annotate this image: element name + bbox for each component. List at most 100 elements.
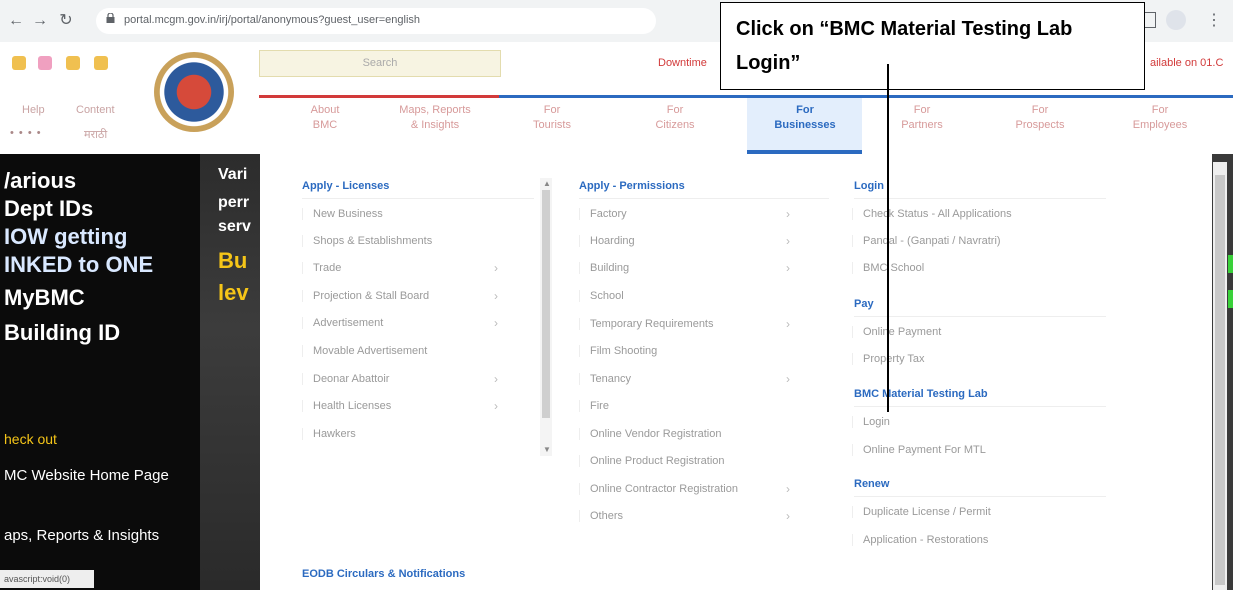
menu-item-deonar[interactable]: Deonar Abattoir xyxy=(302,373,389,385)
menu-item-building[interactable]: Building xyxy=(579,262,629,274)
side-tab[interactable] xyxy=(1228,290,1233,308)
annotation-pointer-line xyxy=(887,64,889,412)
news-ticker: Downtime xyxy=(658,57,707,69)
chevron-right-icon: › xyxy=(786,234,790,248)
profile-icon[interactable] xyxy=(1166,10,1186,30)
nav-tourists[interactable]: For Tourists xyxy=(497,103,607,133)
chevron-right-icon: › xyxy=(494,399,498,413)
login-heading: Login xyxy=(854,180,884,192)
menu-item-mtl-login[interactable]: Login xyxy=(852,416,890,428)
twitter-icon[interactable] xyxy=(12,56,26,70)
marathi-link[interactable]: मराठी xyxy=(84,127,107,142)
businesses-mega-menu xyxy=(262,154,1212,590)
back-icon[interactable]: ← xyxy=(6,11,26,31)
menu-item-duplicate-license[interactable]: Duplicate License / Permit xyxy=(852,506,991,518)
language-dots[interactable]: • • • • xyxy=(10,127,42,139)
banner-line: IOW getting xyxy=(4,224,128,249)
content-link[interactable]: Content xyxy=(76,104,115,116)
chevron-right-icon: › xyxy=(786,317,790,331)
forward-icon[interactable]: → xyxy=(30,11,50,31)
nav-about-bmc[interactable]: About BMC xyxy=(270,103,380,133)
instagram-icon[interactable] xyxy=(38,56,52,70)
menu-item-temporary[interactable]: Temporary Requirements xyxy=(579,318,714,330)
menu-item-hoarding[interactable]: Hoarding xyxy=(579,235,635,247)
nav-accent-blue xyxy=(499,95,1233,98)
chevron-right-icon: › xyxy=(786,509,790,523)
menu-item-restorations[interactable]: Application - Restorations xyxy=(852,534,988,546)
banner-line: Vari xyxy=(218,166,248,183)
menu-item-vendor-registration[interactable]: Online Vendor Registration xyxy=(579,428,721,440)
menu-item-health[interactable]: Health Licenses xyxy=(302,400,391,412)
more-menu-icon[interactable]: ⋮ xyxy=(1206,10,1222,30)
chevron-right-icon: › xyxy=(786,372,790,386)
bmc-logo[interactable] xyxy=(154,52,234,132)
banner-line: /arious xyxy=(4,168,77,193)
banner-line: INKED to ONE xyxy=(4,252,154,277)
pay-heading: Pay xyxy=(854,298,874,310)
chevron-right-icon: › xyxy=(494,372,498,386)
material-testing-lab-heading: BMC Material Testing Lab xyxy=(854,388,988,400)
news-ticker-right: ailable on 01.C xyxy=(1150,57,1224,69)
nav-businesses[interactable]: For Businesses xyxy=(750,103,860,133)
banner-line: Bu xyxy=(218,248,248,273)
search-input[interactable]: Search xyxy=(259,50,501,77)
chevron-right-icon: › xyxy=(494,261,498,275)
eodb-circulars-heading[interactable]: EODB Circulars & Notifications xyxy=(302,568,465,580)
nav-prospects[interactable]: For Prospects xyxy=(985,103,1095,133)
menu-item-factory[interactable]: Factory xyxy=(579,208,627,220)
check-out-label: heck out xyxy=(4,431,57,447)
apply-permissions-heading: Apply - Permissions xyxy=(579,180,685,192)
banner-line: Dept IDs xyxy=(4,196,94,221)
banner-line: serv xyxy=(218,218,251,235)
status-bar-url: avascript:void(0) xyxy=(0,570,94,588)
menu-item-online-payment[interactable]: Online Payment xyxy=(852,326,941,338)
menu-item-film[interactable]: Film Shooting xyxy=(579,345,657,357)
renew-heading: Renew xyxy=(854,478,890,490)
menu-item-tenancy[interactable]: Tenancy xyxy=(579,373,631,385)
banner-line: MyBMC xyxy=(4,285,85,310)
divider xyxy=(854,198,1106,199)
divider xyxy=(854,406,1106,407)
menu-item-new-business[interactable]: New Business xyxy=(302,208,383,220)
nav-partners[interactable]: For Partners xyxy=(867,103,977,133)
menu-item-others[interactable]: Others xyxy=(579,510,623,522)
divider xyxy=(579,198,829,199)
facebook-icon[interactable] xyxy=(66,56,80,70)
chevron-right-icon: › xyxy=(494,289,498,303)
menu-item-product-registration[interactable]: Online Product Registration xyxy=(579,455,725,467)
nav-accent-red xyxy=(259,95,499,98)
nav-maps-reports[interactable]: Maps, Reports & Insights xyxy=(380,103,490,133)
side-tab[interactable] xyxy=(1228,255,1233,273)
menu-item-fire[interactable]: Fire xyxy=(579,400,609,412)
help-link[interactable]: Help xyxy=(22,104,45,116)
menu-item-shops[interactable]: Shops & Establishments xyxy=(302,235,432,247)
website-home-link[interactable]: MC Website Home Page xyxy=(4,467,169,484)
scroll-up-icon[interactable]: ▲ xyxy=(543,179,551,188)
menu-item-projection[interactable]: Projection & Stall Board xyxy=(302,290,429,302)
reload-icon[interactable]: ↻ xyxy=(56,11,76,31)
scroll-down-icon[interactable]: ▼ xyxy=(543,445,551,454)
annotation-text: Click on “BMC Material Testing Lab Login… xyxy=(736,18,1073,74)
nav-employees[interactable]: For Employees xyxy=(1105,103,1215,133)
banner-line: perr xyxy=(218,194,250,211)
menu-item-check-status[interactable]: Check Status - All Applications xyxy=(852,208,1012,220)
menu-scrollbar-thumb[interactable] xyxy=(542,190,550,418)
maps-reports-link[interactable]: aps, Reports & Insights xyxy=(4,527,159,544)
youtube-icon[interactable] xyxy=(94,56,108,70)
menu-item-hawkers[interactable]: Hawkers xyxy=(302,428,356,440)
lock-icon xyxy=(106,13,115,23)
menu-item-advertisement[interactable]: Advertisement xyxy=(302,317,383,329)
url-text[interactable]: portal.mcgm.gov.in/irj/portal/anonymous?… xyxy=(124,14,420,26)
divider xyxy=(854,316,1106,317)
menu-item-pandal[interactable]: Pandal - (Ganpati / Navratri) xyxy=(852,235,1001,247)
banner-line: lev xyxy=(218,280,249,305)
nav-citizens[interactable]: For Citizens xyxy=(620,103,730,133)
menu-item-school[interactable]: School xyxy=(579,290,624,302)
divider xyxy=(302,198,534,199)
menu-item-trade[interactable]: Trade xyxy=(302,262,341,274)
banner-line: Building ID xyxy=(4,320,121,345)
menu-item-contractor-registration[interactable]: Online Contractor Registration xyxy=(579,483,738,495)
menu-item-movable-ad[interactable]: Movable Advertisement xyxy=(302,345,427,357)
menu-item-mtl-payment[interactable]: Online Payment For MTL xyxy=(852,444,986,456)
page-scrollbar-thumb[interactable] xyxy=(1215,175,1225,585)
